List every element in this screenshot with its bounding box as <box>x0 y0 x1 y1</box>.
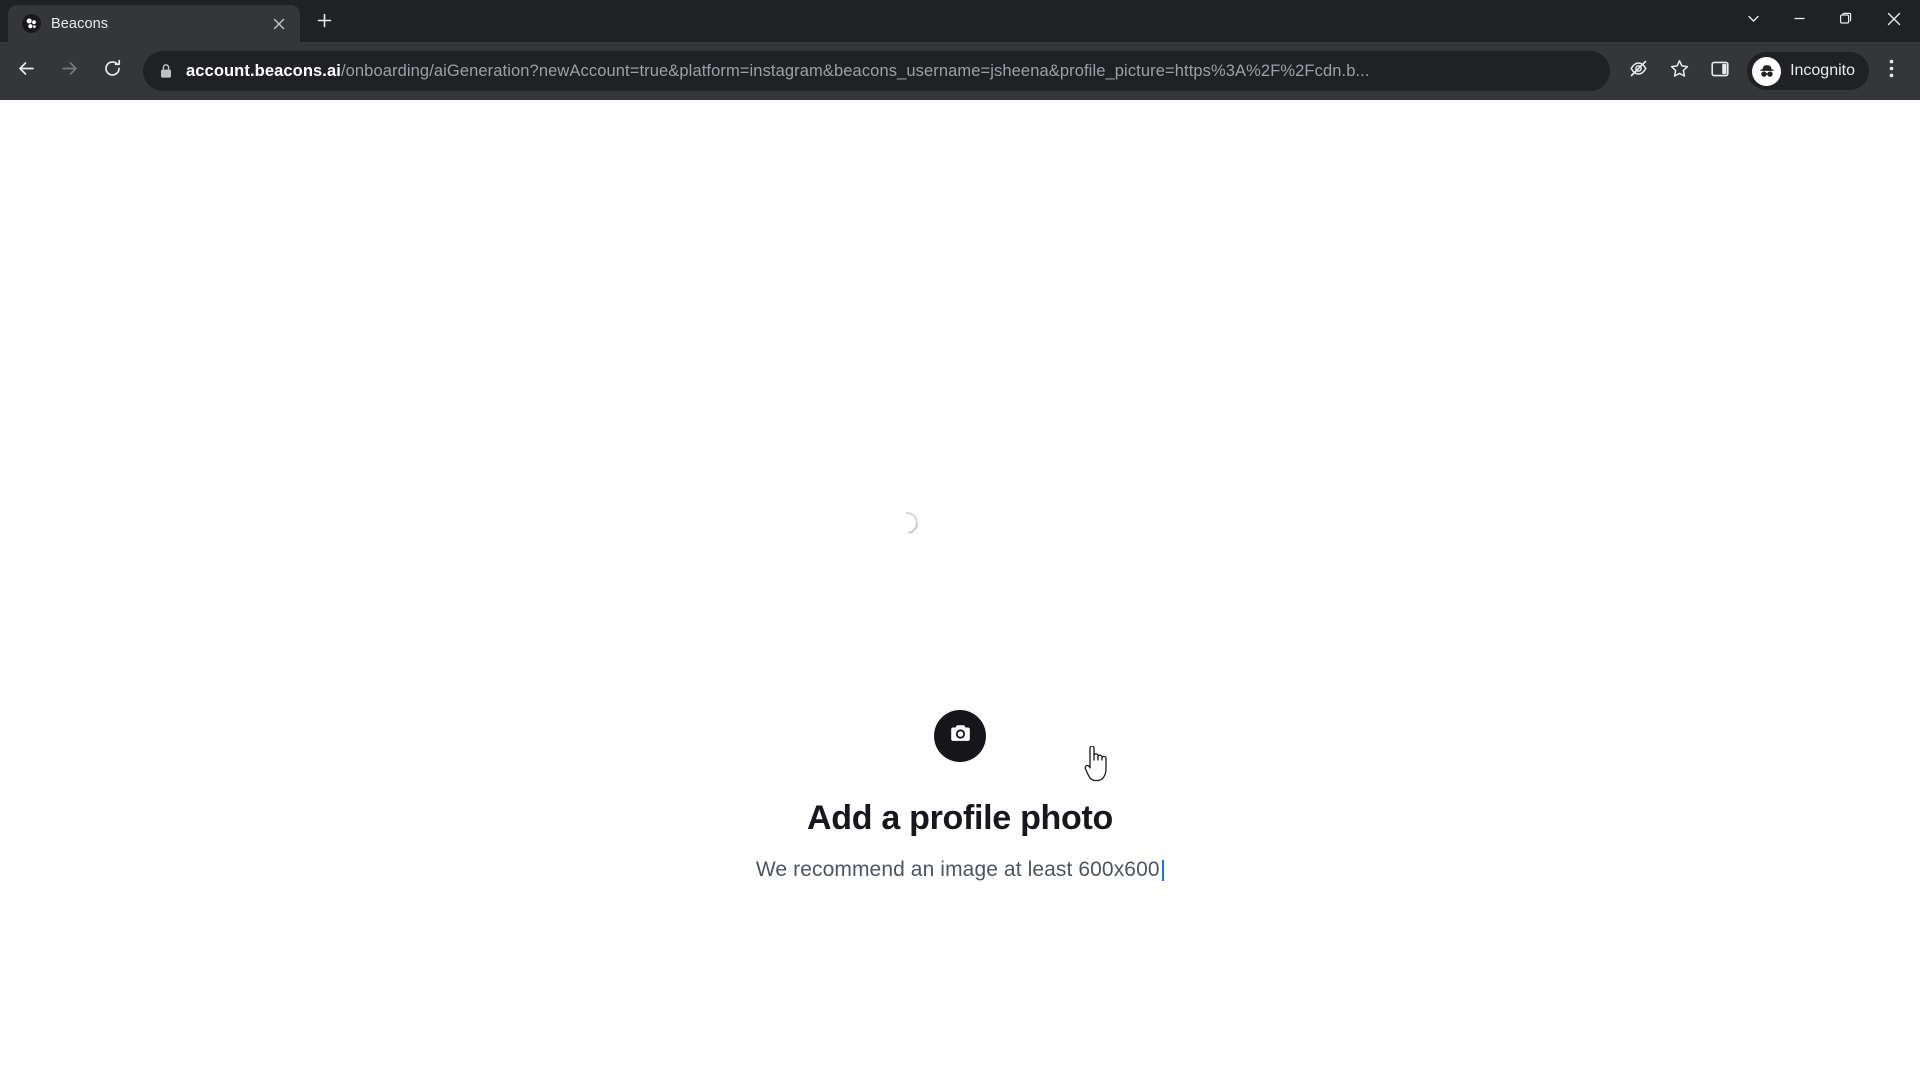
close-icon[interactable] <box>268 13 290 35</box>
tab-search-button[interactable] <box>1730 0 1776 42</box>
side-panel-button[interactable] <box>1701 52 1739 90</box>
address-bar[interactable]: account.beacons.ai/onboarding/aiGenerati… <box>143 51 1611 91</box>
reload-button[interactable] <box>92 51 132 91</box>
loading-spinner-icon <box>891 507 923 539</box>
browser-window: Beacons account.beacons.ai/onboarding/ai… <box>0 0 1920 1080</box>
maximize-restore-icon <box>1839 12 1852 30</box>
page-subtext-label: We recommend an image at least 600x600 <box>755 858 1160 881</box>
url-path: /onboarding/aiGeneration?newAccount=true… <box>340 61 1370 80</box>
eye-slash-icon <box>1628 58 1649 84</box>
tracking-protection-button[interactable] <box>1619 52 1657 90</box>
chevron-down-icon <box>1747 12 1760 30</box>
browser-toolbar: account.beacons.ai/onboarding/aiGenerati… <box>0 42 1920 100</box>
star-icon <box>1669 58 1690 84</box>
window-close-icon <box>1887 12 1901 31</box>
text-caret <box>1161 859 1165 881</box>
camera-icon <box>948 721 973 751</box>
page-subtext: We recommend an image at least 600x600 <box>510 858 1410 882</box>
upload-photo-button[interactable] <box>934 710 986 762</box>
window-controls <box>1730 0 1920 42</box>
three-dot-menu-icon <box>1889 59 1894 83</box>
beacons-logo-icon <box>22 14 41 33</box>
new-tab-button[interactable] <box>307 6 341 40</box>
window-close-button[interactable] <box>1868 0 1920 42</box>
incognito-hat-icon <box>1752 56 1782 86</box>
maximize-button[interactable] <box>1822 0 1868 42</box>
url-text: account.beacons.ai/onboarding/aiGenerati… <box>186 62 1598 81</box>
page-title: Add a profile photo <box>807 799 1113 837</box>
arrow-left-icon <box>16 58 37 84</box>
lock-icon[interactable] <box>159 63 175 79</box>
side-panel-icon <box>1710 59 1730 84</box>
minimize-icon <box>1793 12 1806 30</box>
tab-strip: Beacons <box>0 0 1920 42</box>
minimize-button[interactable] <box>1776 0 1822 42</box>
back-button[interactable] <box>6 51 46 91</box>
plus-icon <box>317 13 332 33</box>
arrow-right-icon <box>59 58 80 84</box>
reload-icon <box>102 58 123 84</box>
bookmark-button[interactable] <box>1660 52 1698 90</box>
profile-photo-section: Add a profile photo We recommend an imag… <box>510 710 1410 882</box>
chrome-menu-button[interactable] <box>1872 52 1910 90</box>
page-content: Add a profile photo We recommend an imag… <box>0 100 1920 1080</box>
tab-title: Beacons <box>51 15 109 32</box>
url-host: account.beacons.ai <box>186 61 341 80</box>
incognito-indicator[interactable]: Incognito <box>1747 52 1869 90</box>
forward-button[interactable] <box>49 51 89 91</box>
incognito-label: Incognito <box>1790 62 1855 79</box>
browser-tab-beacons[interactable]: Beacons <box>8 5 300 42</box>
